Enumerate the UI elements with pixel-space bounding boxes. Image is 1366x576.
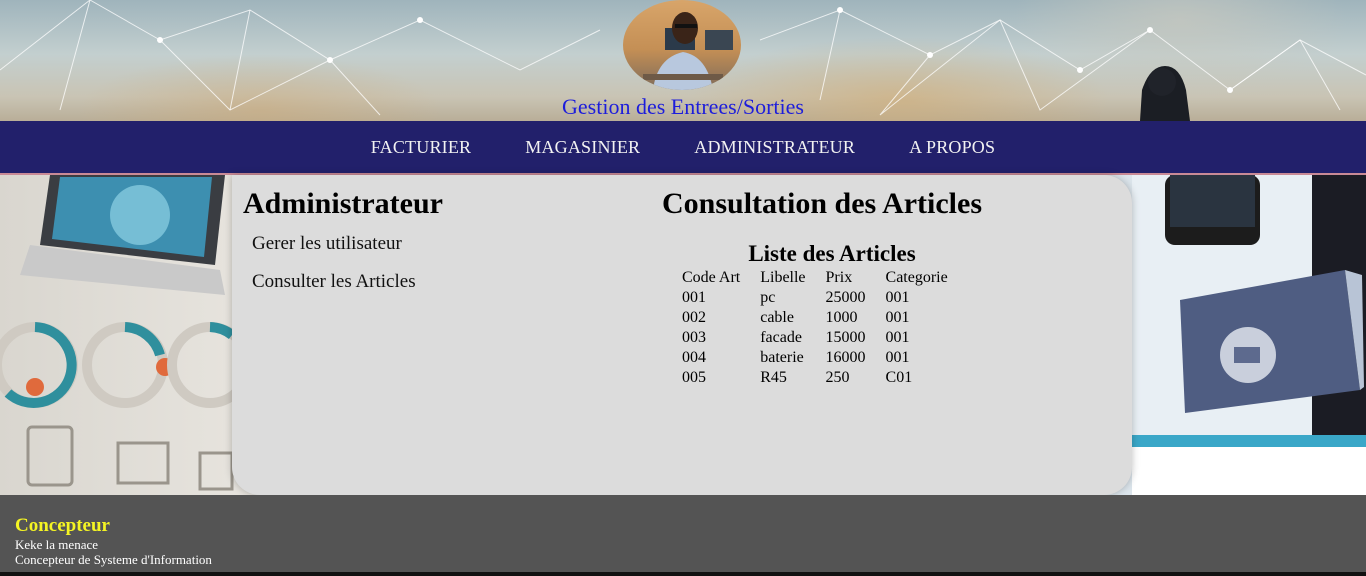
main-nav: FACTURIER MAGASINIER ADMINISTRATEUR A PR… <box>0 121 1366 175</box>
nav-magasinier[interactable]: MAGASINIER <box>525 137 640 158</box>
table-cell: 001 <box>885 329 910 346</box>
table-cell: pc <box>760 289 776 306</box>
table-cell: 250 <box>825 369 850 386</box>
footer-role: Concepteur de Systeme d'Information <box>15 552 212 567</box>
bottom-strip <box>0 572 1366 576</box>
column-header: Prix <box>825 269 853 286</box>
nav-administrateur[interactable]: ADMINISTRATEUR <box>694 137 855 158</box>
table-cell: 001 <box>885 289 910 306</box>
table-row: 001 pc 25000 001 <box>682 288 948 308</box>
table-cell: baterie <box>760 349 804 366</box>
footer-author: Keke la menace <box>15 537 99 552</box>
table-cell: cable <box>760 309 794 326</box>
footer: Concepteur Keke la menace Concepteur de … <box>0 495 1366 572</box>
content-panel: Administrateur Gerer les utilisateur Con… <box>232 175 1132 495</box>
table-row: 003 facade 15000 001 <box>682 328 948 348</box>
column-header: Categorie <box>885 269 948 286</box>
table-cell: 003 <box>682 329 706 346</box>
column-header: Libelle <box>760 269 806 286</box>
nav-facturier[interactable]: FACTURIER <box>371 137 471 158</box>
table-cell: R45 <box>760 369 787 386</box>
table-cell: 25000 <box>825 289 866 306</box>
infographic-decoration <box>0 175 253 491</box>
table-cell: 15000 <box>825 329 866 346</box>
table-header-row: Code Art Libelle Prix Categorie <box>682 268 948 288</box>
table-cell: 001 <box>682 289 706 306</box>
sidebar-title: Administrateur <box>243 187 443 220</box>
header-banner: Gestion des Entrees/Sorties <box>0 0 1366 121</box>
profile-photo <box>623 0 741 90</box>
nav-a-propos[interactable]: A PROPOS <box>909 137 995 158</box>
mobile-decoration <box>1132 175 1366 495</box>
table-cell: 001 <box>885 349 910 366</box>
table-cell: 001 <box>885 309 910 326</box>
footer-title: Concepteur <box>15 515 110 536</box>
table-cell: 005 <box>682 369 706 386</box>
table-cell: 004 <box>682 349 706 366</box>
table-cell: C01 <box>885 369 913 386</box>
page-title: Consultation des Articles <box>662 187 983 220</box>
list-title: Liste des Articles <box>748 241 916 266</box>
table-cell: facade <box>760 329 802 346</box>
table-row: 004 baterie 16000 001 <box>682 348 948 368</box>
column-header: Code Art <box>682 269 741 286</box>
table-cell: 002 <box>682 309 706 326</box>
table-row: 002 cable 1000 001 <box>682 308 948 328</box>
table-row: 005 R45 250 C01 <box>682 368 948 388</box>
table-cell: 16000 <box>825 349 866 366</box>
sidebar-link-consulter-articles[interactable]: Consulter les Articles <box>252 271 416 293</box>
articles-table: Code Art Libelle Prix Categorie 001 pc 2… <box>682 268 948 388</box>
table-cell: 1000 <box>825 309 858 326</box>
site-title: Gestion des Entrees/Sorties <box>562 94 804 119</box>
